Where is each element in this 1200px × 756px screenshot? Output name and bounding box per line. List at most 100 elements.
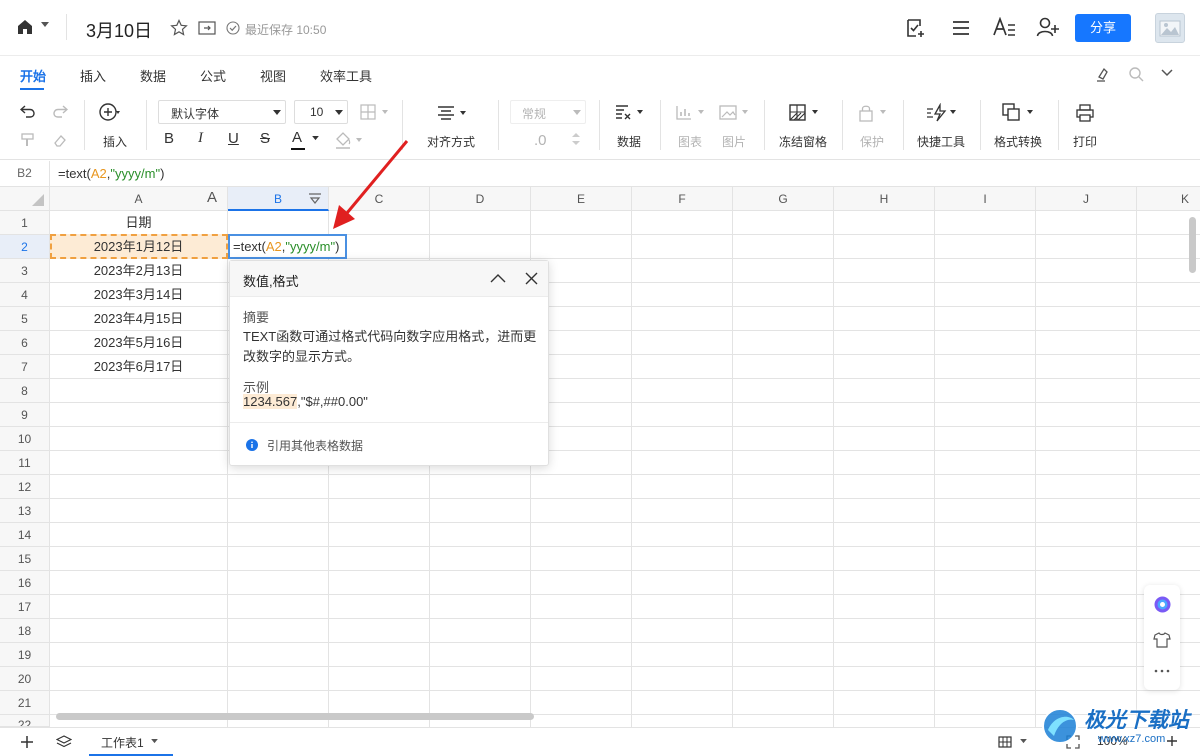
select-all-corner[interactable] <box>0 187 50 211</box>
image-icon[interactable] <box>719 104 751 122</box>
cell-a3[interactable]: 2023年2月13日 <box>50 259 227 283</box>
cell-a6[interactable]: 2023年5月16日 <box>50 331 227 355</box>
tab-formula[interactable]: 公式 <box>200 66 226 85</box>
row-header-15[interactable]: 15 <box>0 547 50 571</box>
bold-button[interactable]: B <box>164 130 174 147</box>
insert-plus-icon[interactable] <box>99 102 121 122</box>
column-header-f[interactable]: F <box>632 187 733 211</box>
row-header-16[interactable]: 16 <box>0 571 50 595</box>
row-header-21[interactable]: 21 <box>0 691 50 715</box>
cell-reference[interactable]: B2 <box>0 161 50 186</box>
cell-a7[interactable]: 2023年6月17日 <box>50 355 227 379</box>
column-header-a[interactable]: A <box>50 187 228 211</box>
move-to-folder-icon[interactable] <box>198 20 216 36</box>
lock-icon[interactable] <box>857 104 889 122</box>
column-header-k[interactable]: K <box>1137 187 1200 211</box>
row-header-13[interactable]: 13 <box>0 499 50 523</box>
row-header-14[interactable]: 14 <box>0 523 50 547</box>
row-header-7[interactable]: 7 <box>0 355 50 379</box>
row-header-5[interactable]: 5 <box>0 307 50 331</box>
view-dropdown-icon[interactable] <box>1020 739 1027 744</box>
theme-shirt-icon[interactable] <box>1153 632 1171 648</box>
column-header-h[interactable]: H <box>834 187 935 211</box>
cell-b2-editor[interactable]: =text(A2,"yyyy/m") <box>228 234 347 259</box>
filter-menu-icon[interactable] <box>308 193 322 205</box>
protect-label[interactable]: 保护 <box>857 133 887 150</box>
tab-data[interactable]: 数据 <box>140 66 166 85</box>
format-painter-icon[interactable] <box>1095 65 1113 83</box>
close-icon[interactable] <box>525 272 538 285</box>
tab-view[interactable]: 视图 <box>260 66 286 85</box>
task-icon[interactable] <box>905 17 927 39</box>
avatar[interactable] <box>1155 13 1185 43</box>
zoom-level[interactable]: 100% <box>1097 734 1128 748</box>
freeze-panes-icon[interactable] <box>789 104 821 122</box>
row-header-6[interactable]: 6 <box>0 331 50 355</box>
row-header-10[interactable]: 10 <box>0 427 50 451</box>
redo-icon[interactable] <box>52 104 68 118</box>
tab-efficiency-tools[interactable]: 效率工具 <box>320 66 372 85</box>
italic-button[interactable]: I <box>198 130 203 147</box>
collapse-icon[interactable] <box>490 273 506 283</box>
cell-a2[interactable]: 2023年1月12日 <box>50 235 227 259</box>
vertical-scrollbar[interactable] <box>1189 217 1196 273</box>
number-format-select[interactable]: 常规 <box>510 100 586 124</box>
row-header-3[interactable]: 3 <box>0 259 50 283</box>
decimal-button[interactable]: .0 <box>534 132 547 149</box>
chart-label[interactable]: 图表 <box>675 133 705 150</box>
add-sheet-icon[interactable] <box>20 735 34 749</box>
format-convert-icon[interactable] <box>1002 103 1036 123</box>
row-header-4[interactable]: 4 <box>0 283 50 307</box>
format-brush-icon[interactable] <box>20 132 36 148</box>
row-header-8[interactable]: 8 <box>0 379 50 403</box>
tab-insert[interactable]: 插入 <box>80 66 106 85</box>
menu-icon[interactable] <box>951 19 971 37</box>
column-header-i[interactable]: I <box>935 187 1036 211</box>
undo-icon[interactable] <box>20 104 36 118</box>
search-icon[interactable] <box>1128 66 1144 82</box>
quick-tools-label[interactable]: 快捷工具 <box>914 133 968 150</box>
doc-title[interactable]: 3月10日 <box>86 17 152 43</box>
format-convert-label[interactable]: 格式转换 <box>990 133 1046 150</box>
sheet-tab-1[interactable]: 工作表1 <box>89 728 173 756</box>
reference-other-data-link[interactable]: 引用其他表格数据 <box>267 437 363 454</box>
print-label[interactable]: 打印 <box>1070 133 1100 150</box>
horizontal-scrollbar[interactable] <box>56 713 534 720</box>
row-header-17[interactable]: 17 <box>0 595 50 619</box>
borders-icon[interactable] <box>360 104 390 120</box>
font-style-icon[interactable] <box>992 17 1016 37</box>
column-header-j[interactable]: J <box>1036 187 1137 211</box>
font-size-select[interactable]: 10 <box>294 100 348 124</box>
row-header-11[interactable]: 11 <box>0 451 50 475</box>
chart-icon[interactable] <box>675 104 707 122</box>
share-button[interactable]: 分享 <box>1075 14 1131 42</box>
image-label[interactable]: 图片 <box>719 133 749 150</box>
data-label[interactable]: 数据 <box>614 133 644 150</box>
zoom-in-icon[interactable] <box>1166 735 1178 747</box>
fullscreen-icon[interactable] <box>1066 735 1080 749</box>
font-color-button[interactable]: A <box>290 128 322 152</box>
cell-a1[interactable]: 日期 <box>50 211 227 235</box>
font-name-select[interactable]: 默认字体 <box>158 100 286 124</box>
sheet-list-icon[interactable] <box>56 734 72 750</box>
cell-a5[interactable]: 2023年4月15日 <box>50 307 227 331</box>
decimal-spinner-icon[interactable] <box>572 132 580 146</box>
more-dots-icon[interactable] <box>1153 669 1171 673</box>
row-header-18[interactable]: 18 <box>0 619 50 643</box>
row-header-12[interactable]: 12 <box>0 475 50 499</box>
column-header-g[interactable]: G <box>733 187 834 211</box>
ai-assistant-icon[interactable] <box>1154 596 1171 613</box>
insert-label[interactable]: 插入 <box>100 133 130 150</box>
star-icon[interactable] <box>170 19 188 37</box>
collapse-ribbon-icon[interactable] <box>1161 69 1173 77</box>
row-header-2[interactable]: 2 <box>0 235 50 259</box>
tab-start[interactable]: 开始 <box>20 66 46 85</box>
row-header-20[interactable]: 20 <box>0 667 50 691</box>
row-header-19[interactable]: 19 <box>0 643 50 667</box>
row-header-9[interactable]: 9 <box>0 403 50 427</box>
underline-button[interactable]: U <box>228 130 239 147</box>
eraser-icon[interactable] <box>52 132 68 148</box>
column-header-d[interactable]: D <box>430 187 531 211</box>
strikethrough-button[interactable]: S <box>260 130 270 147</box>
align-icon[interactable] <box>437 106 469 120</box>
